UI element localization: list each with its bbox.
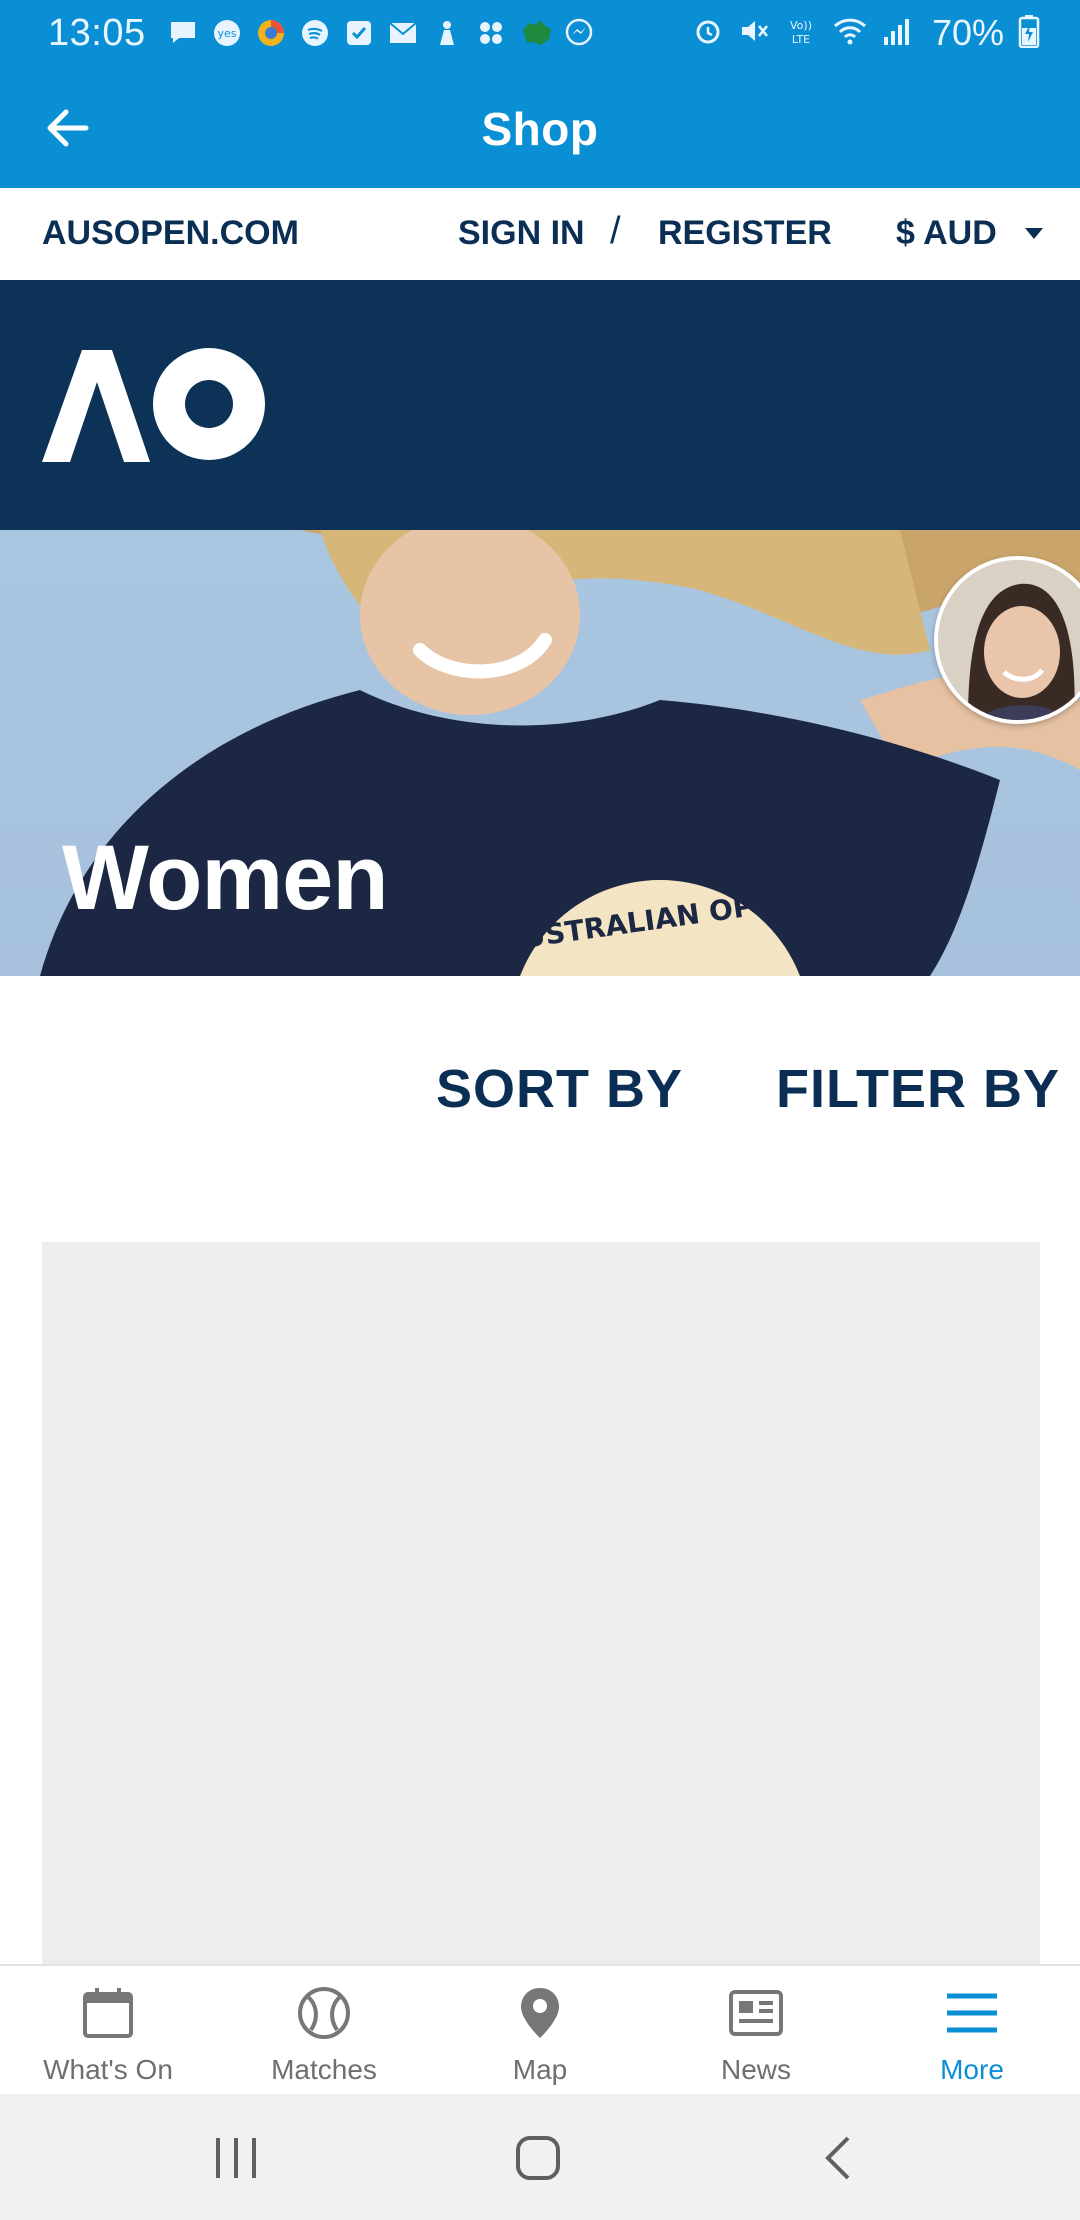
nav-news[interactable]: News (648, 1966, 864, 2096)
page-title: Shop (481, 103, 599, 155)
notification-icons: yes (168, 18, 594, 48)
caret-down-icon (1024, 228, 1043, 239)
nav-label: Matches (271, 2054, 377, 2085)
system-back-button[interactable] (810, 2130, 870, 2186)
messenger-icon (564, 18, 594, 48)
mute-icon (738, 15, 770, 52)
nav-label: Map (512, 2054, 568, 2085)
brand-band (0, 280, 1080, 530)
sort-by-button[interactable]: SORT BY (436, 1058, 683, 1120)
nav-matches[interactable]: Matches (216, 1966, 432, 2096)
mail-icon (388, 18, 418, 48)
recent-apps-icon (216, 2138, 256, 2178)
map-pin-icon (521, 1988, 559, 2038)
app-icon (476, 18, 506, 48)
status-bar: 13:05 yes Vo)) LTE 70% (0, 0, 1080, 66)
system-nav-bar (0, 2094, 1080, 2220)
system-icons: Vo)) LTE 70% (692, 12, 1040, 54)
currency-selector[interactable]: $ AUD (896, 214, 1043, 253)
nav-label: More (940, 2054, 1004, 2085)
spotify-icon (300, 18, 330, 48)
volte-icon: Vo)) LTE (784, 15, 818, 52)
tasks-icon (344, 18, 374, 48)
nav-whats-on[interactable]: What's On (0, 1966, 216, 2096)
avatar-icon (938, 560, 1080, 720)
product-card-placeholder[interactable] (42, 1242, 1040, 1970)
tennis-ball-icon (298, 1987, 350, 2039)
svg-text:Vo)): Vo)) (790, 19, 812, 32)
svg-text:LTE: LTE (792, 33, 810, 46)
sign-in-link[interactable]: SIGN IN (458, 214, 585, 253)
recent-apps-button[interactable] (206, 2130, 266, 2186)
battery-percent: 70% (931, 12, 1004, 53)
ao-logo-mark (42, 348, 265, 462)
menu-icon (947, 1993, 997, 2033)
sort-filter-bar: SORT BY FILTER BY (0, 976, 1080, 1176)
home-button[interactable] (508, 2130, 568, 2186)
nav-label: What's On (43, 2054, 173, 2085)
svg-text:yes: yes (217, 27, 236, 40)
browser-icon (256, 18, 286, 48)
separator: / (610, 210, 621, 252)
currency-label: $ AUD (896, 214, 997, 252)
nav-map[interactable]: Map (432, 1966, 648, 2096)
message-icon (168, 18, 198, 48)
wifi-icon (832, 15, 868, 52)
utility-bar: AUSOPEN.COM SIGN IN / REGISTER $ AUD (0, 188, 1080, 281)
hero-banner: AUSTRALIAN OPEN Women (0, 530, 1080, 976)
register-link[interactable]: REGISTER (658, 214, 832, 253)
app-bar: Shop (0, 66, 1080, 188)
news-icon (729, 1990, 783, 2036)
home-icon (516, 2136, 560, 2180)
filter-by-button[interactable]: FILTER BY (776, 1058, 1060, 1120)
category-title: Women (62, 827, 389, 929)
site-link[interactable]: AUSOPEN.COM (42, 214, 299, 253)
australia-icon (520, 18, 551, 48)
signal-icon (882, 15, 912, 52)
ao-logo[interactable] (42, 346, 272, 471)
alarm-icon (692, 15, 724, 52)
nav-more[interactable]: More (864, 1966, 1080, 2096)
status-time: 13:05 (48, 11, 146, 54)
bixby-icon (432, 18, 462, 48)
bottom-nav: What's On Matches Map News More (0, 1964, 1080, 2096)
battery-icon (1018, 14, 1040, 53)
calendar-icon (83, 1988, 133, 2038)
yes-icon: yes (212, 18, 242, 48)
nav-label: News (720, 2054, 791, 2085)
chevron-left-icon (825, 2136, 850, 2180)
